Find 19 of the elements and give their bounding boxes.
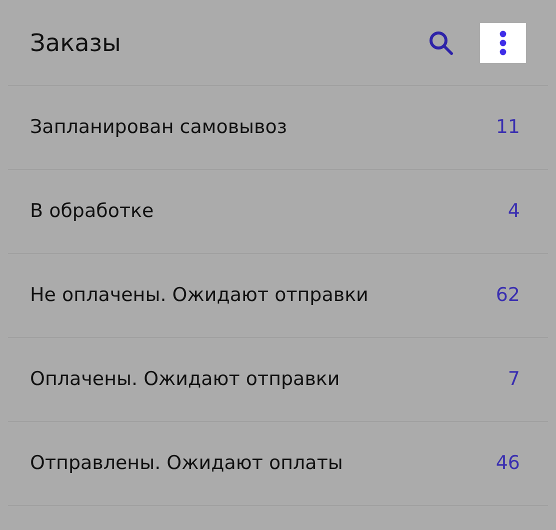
order-status-item[interactable]: Не оплачены. Ожидают отправки 62 bbox=[8, 254, 548, 338]
order-status-item[interactable]: Запланирован самовывоз 11 bbox=[8, 86, 548, 170]
status-label: Запланирован самовывоз bbox=[30, 115, 287, 140]
search-icon bbox=[428, 30, 454, 56]
screen-title: Заказы bbox=[30, 28, 122, 58]
more-options-button[interactable] bbox=[480, 22, 526, 62]
order-count: 4 bbox=[508, 199, 520, 224]
order-count: 11 bbox=[496, 115, 520, 140]
status-label: В обработке bbox=[30, 199, 154, 224]
more-options-icon bbox=[499, 30, 507, 56]
order-status-item[interactable]: Отправлены. Ожидают оплаты 46 bbox=[8, 422, 548, 506]
status-label: Отправлены. Ожидают оплаты bbox=[30, 451, 343, 476]
order-status-item[interactable]: В обработке 4 bbox=[8, 170, 548, 254]
order-count: 7 bbox=[508, 367, 520, 392]
status-label: Оплачены. Ожидают отправки bbox=[30, 367, 340, 392]
status-label: Не оплачены. Ожидают отправки bbox=[30, 283, 368, 308]
order-status-item[interactable]: Оплачены. Ожидают отправки 7 bbox=[8, 338, 548, 422]
order-count: 62 bbox=[496, 283, 520, 308]
order-count: 46 bbox=[496, 451, 520, 476]
